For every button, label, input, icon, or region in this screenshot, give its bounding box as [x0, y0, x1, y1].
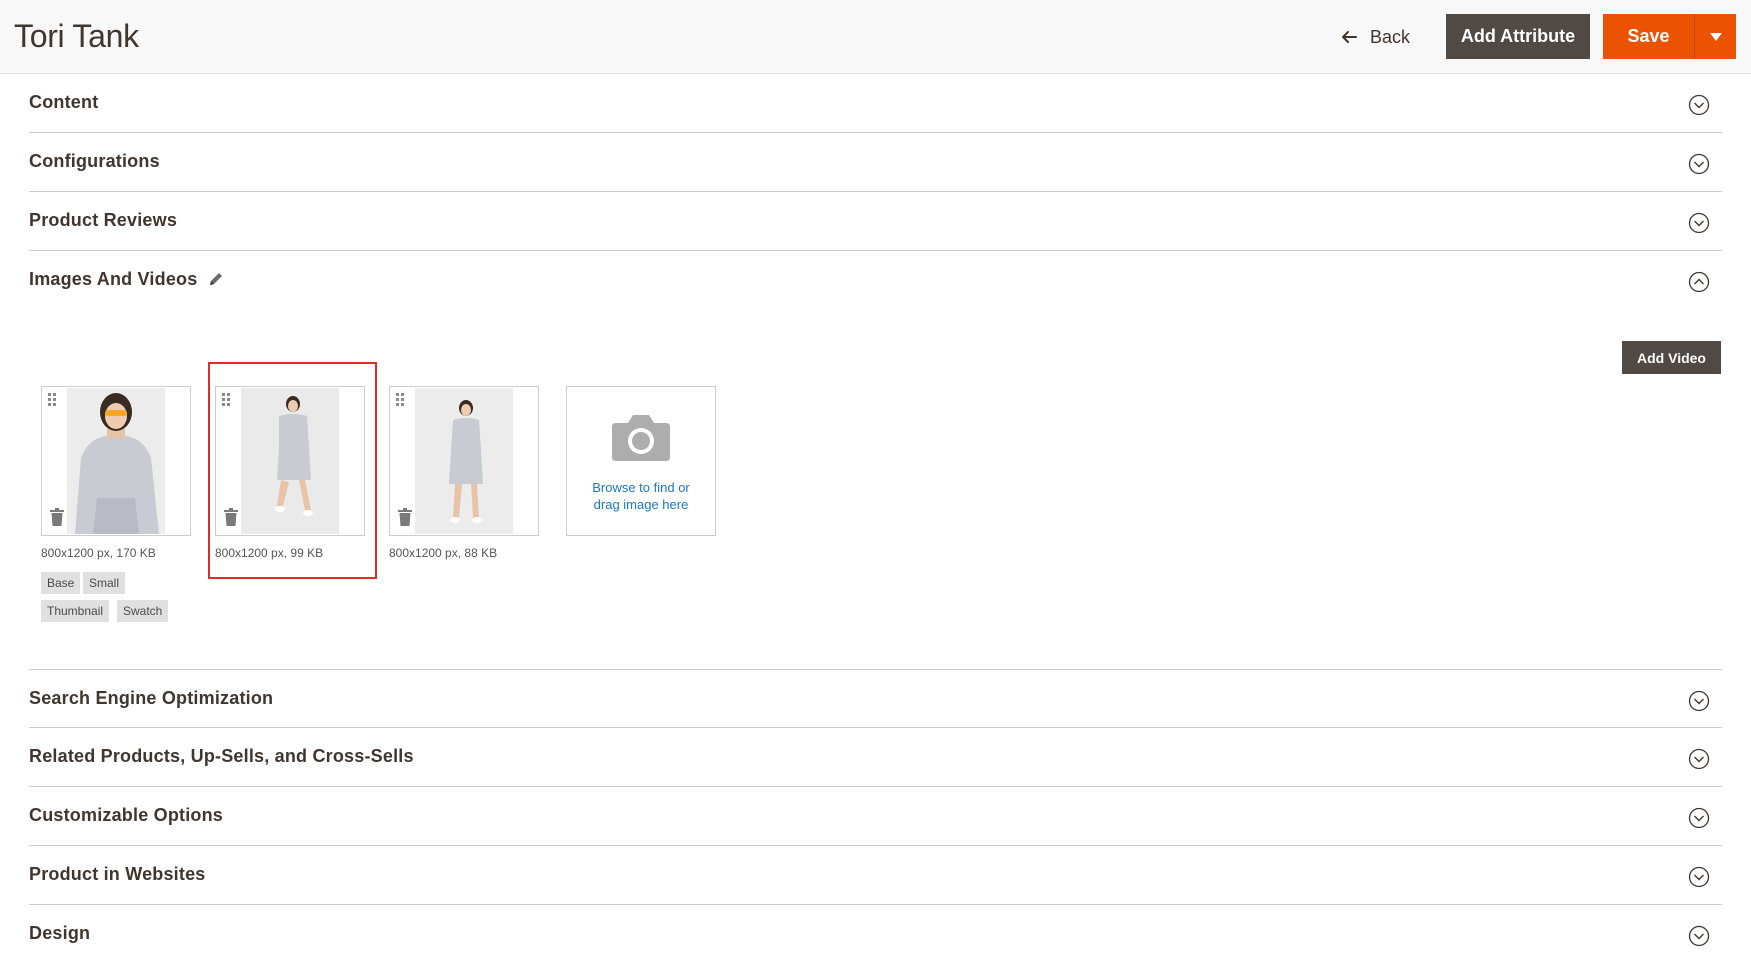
add-video-button[interactable]: Add Video: [1622, 341, 1721, 374]
product-image: [415, 388, 513, 534]
section-title: Design: [29, 923, 91, 943]
back-button-label: Back: [1370, 26, 1411, 47]
arrow-left-icon: [1342, 31, 1357, 43]
section-design[interactable]: Design: [29, 905, 1722, 963]
section-title: Content: [29, 92, 99, 112]
chevron-down-circle-icon: [1688, 807, 1710, 829]
image-role-tag: Small: [83, 572, 126, 594]
section-customizable-options[interactable]: Customizable Options: [29, 787, 1722, 846]
chevron-down-circle-icon: [1688, 925, 1710, 947]
product-image: [241, 388, 339, 534]
section-title: Images And Videos: [29, 269, 198, 289]
section-search-engine-optimization[interactable]: Search Engine Optimization: [29, 669, 1722, 728]
section-product-in-websites[interactable]: Product in Websites: [29, 846, 1722, 905]
drag-handle-icon[interactable]: [48, 393, 58, 409]
add-attribute-button[interactable]: Add Attribute: [1446, 14, 1590, 59]
drag-handle-icon[interactable]: [222, 393, 232, 409]
image-role-tag: Swatch: [117, 600, 169, 622]
section-images-and-videos[interactable]: Images And Videos: [29, 251, 1722, 310]
section-title: Configurations: [29, 151, 160, 171]
back-button[interactable]: Back: [1340, 22, 1410, 52]
chevron-down-circle-icon: [1688, 153, 1710, 175]
product-image-card[interactable]: [389, 386, 539, 536]
image-role-tag: Base: [41, 572, 81, 594]
product-image: [67, 388, 165, 534]
section-title: Customizable Options: [29, 805, 224, 825]
section-title: Product in Websites: [29, 864, 206, 884]
section-title: Product Reviews: [29, 210, 178, 230]
product-image-card[interactable]: [41, 386, 191, 536]
upload-text-line: drag image here: [593, 497, 689, 512]
trash-icon[interactable]: [398, 508, 412, 526]
chevron-up-circle-icon: [1688, 271, 1710, 293]
upload-text-line: Browse to find or: [592, 480, 690, 495]
image-meta: 800x1200 px, 99 KB: [215, 546, 324, 560]
image-role-tag: Thumbnail: [41, 600, 110, 622]
product-image-card[interactable]: [215, 386, 365, 536]
trash-icon[interactable]: [224, 508, 238, 526]
chevron-down-circle-icon: [1688, 690, 1710, 712]
pencil-icon[interactable]: [208, 271, 224, 287]
section-configurations[interactable]: Configurations: [29, 133, 1722, 192]
upload-instructions: Browse to find or drag image here: [567, 479, 715, 513]
image-meta: 800x1200 px, 170 KB: [41, 546, 156, 560]
save-button-group: Save: [1603, 14, 1736, 59]
drag-handle-icon[interactable]: [396, 393, 406, 409]
page-header: Tori Tank Back Add Attribute Save: [0, 0, 1751, 74]
page-title: Tori Tank: [14, 18, 139, 54]
camera-icon: [610, 411, 672, 463]
image-upload-dropzone[interactable]: Browse to find or drag image here: [566, 386, 716, 536]
chevron-down-circle-icon: [1688, 94, 1710, 116]
section-title: Related Products, Up-Sells, and Cross-Se…: [29, 746, 414, 766]
trash-icon[interactable]: [50, 508, 64, 526]
section-related-products[interactable]: Related Products, Up-Sells, and Cross-Se…: [29, 728, 1722, 787]
caret-down-icon: [1709, 32, 1722, 41]
section-content[interactable]: Content: [29, 74, 1722, 133]
section-title: Search Engine Optimization: [29, 688, 274, 708]
chevron-down-circle-icon: [1688, 866, 1710, 888]
chevron-down-circle-icon: [1688, 748, 1710, 770]
section-product-reviews[interactable]: Product Reviews: [29, 192, 1722, 251]
image-meta: 800x1200 px, 88 KB: [389, 546, 498, 560]
save-dropdown-toggle[interactable]: [1695, 14, 1736, 59]
save-button[interactable]: Save: [1603, 14, 1695, 59]
chevron-down-circle-icon: [1688, 212, 1710, 234]
